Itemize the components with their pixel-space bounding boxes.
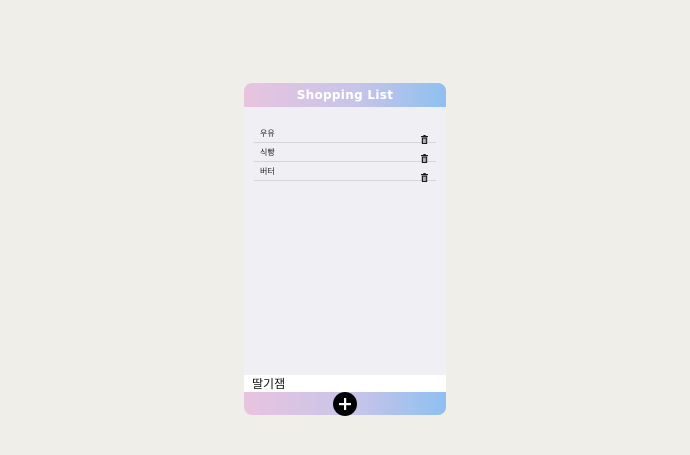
trash-icon[interactable] [421,167,428,182]
list-item: 우유 [254,124,436,144]
list-item: 버터 [254,162,436,182]
shopping-list: 우유 식빵 버터 [254,124,436,182]
app-title: Shopping List [296,88,394,102]
shopping-list-app: Shopping List 우유 식빵 버터 [244,83,446,415]
item-label: 우유 [260,128,275,138]
item-label: 식빵 [260,147,275,157]
add-item-button[interactable] [333,392,357,416]
trash-icon[interactable] [421,129,428,144]
item-label: 버터 [260,166,275,176]
item-input[interactable] [244,375,446,392]
plus-icon [339,398,351,410]
app-header: Shopping List [244,83,446,107]
list-item: 식빵 [254,143,436,163]
trash-icon[interactable] [421,148,428,163]
